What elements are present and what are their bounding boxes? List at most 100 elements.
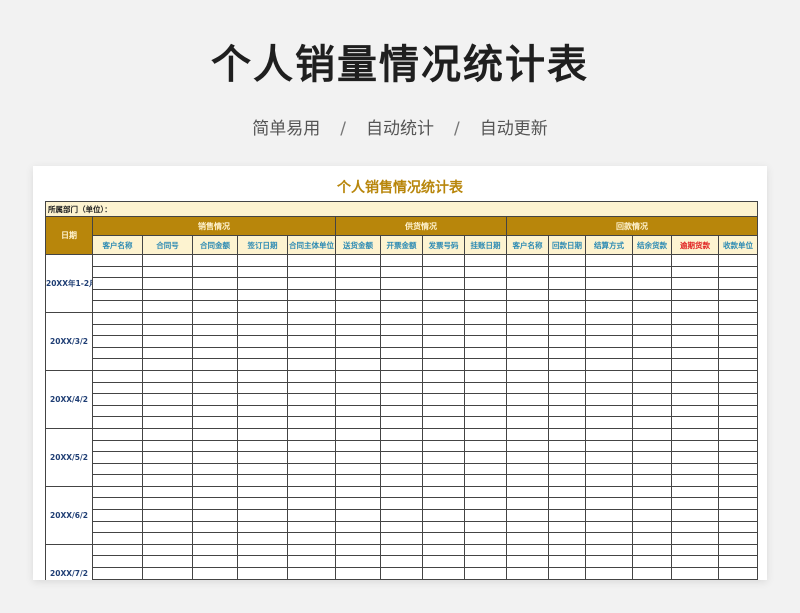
table-cell[interactable]	[506, 427, 549, 441]
table-cell[interactable]	[464, 474, 507, 487]
table-cell[interactable]	[548, 462, 586, 476]
table-cell[interactable]	[632, 497, 672, 511]
table-cell[interactable]	[380, 381, 423, 395]
table-cell[interactable]	[718, 416, 758, 429]
table-cell[interactable]	[585, 451, 633, 464]
table-cell[interactable]	[548, 381, 586, 395]
table-cell[interactable]	[380, 288, 423, 302]
table-cell[interactable]	[632, 254, 672, 267]
table-cell[interactable]	[335, 323, 381, 337]
table-cell[interactable]	[548, 520, 586, 534]
table-cell[interactable]	[287, 311, 336, 325]
table-cell[interactable]	[464, 497, 507, 511]
table-cell[interactable]	[192, 346, 238, 360]
table-cell[interactable]	[718, 578, 758, 580]
table-cell[interactable]	[548, 288, 586, 302]
table-cell[interactable]	[632, 485, 672, 499]
table-cell[interactable]	[718, 358, 758, 371]
table-cell[interactable]	[464, 381, 507, 395]
table-cell[interactable]	[548, 567, 586, 580]
table-cell[interactable]	[464, 485, 507, 499]
table-cell[interactable]	[287, 543, 336, 557]
table-cell[interactable]	[671, 509, 719, 522]
table-cell[interactable]	[585, 300, 633, 313]
table-cell[interactable]	[548, 404, 586, 418]
table-cell[interactable]	[142, 462, 193, 476]
table-cell[interactable]	[92, 254, 143, 267]
table-cell[interactable]	[585, 578, 633, 580]
table-cell[interactable]	[506, 485, 549, 499]
table-cell[interactable]	[92, 346, 143, 360]
table-cell[interactable]	[671, 555, 719, 569]
period-cell[interactable]: 20XX/7/2	[45, 543, 93, 580]
table-cell[interactable]	[380, 509, 423, 522]
table-cell[interactable]	[585, 439, 633, 453]
table-cell[interactable]	[237, 532, 288, 545]
table-cell[interactable]	[718, 393, 758, 406]
table-cell[interactable]	[380, 254, 423, 267]
table-cell[interactable]	[718, 427, 758, 441]
table-cell[interactable]	[585, 509, 633, 522]
table-cell[interactable]	[192, 404, 238, 418]
table-cell[interactable]	[192, 509, 238, 522]
table-cell[interactable]	[335, 288, 381, 302]
table-cell[interactable]	[237, 358, 288, 371]
table-cell[interactable]	[422, 427, 465, 441]
table-cell[interactable]	[237, 381, 288, 395]
table-cell[interactable]	[237, 300, 288, 313]
table-cell[interactable]	[632, 381, 672, 395]
table-cell[interactable]	[192, 567, 238, 580]
table-cell[interactable]	[287, 369, 336, 383]
table-cell[interactable]	[585, 532, 633, 545]
table-cell[interactable]	[671, 277, 719, 290]
table-cell[interactable]	[464, 451, 507, 464]
table-cell[interactable]	[287, 578, 336, 580]
table-cell[interactable]	[506, 451, 549, 464]
table-cell[interactable]	[92, 439, 143, 453]
table-cell[interactable]	[237, 520, 288, 534]
table-cell[interactable]	[632, 277, 672, 290]
table-cell[interactable]	[632, 578, 672, 580]
table-cell[interactable]	[192, 265, 238, 279]
table-cell[interactable]	[671, 427, 719, 441]
table-cell[interactable]	[422, 543, 465, 557]
table-cell[interactable]	[237, 578, 288, 580]
table-cell[interactable]	[671, 520, 719, 534]
table-cell[interactable]	[142, 567, 193, 580]
table-cell[interactable]	[632, 404, 672, 418]
table-cell[interactable]	[335, 532, 381, 545]
table-cell[interactable]	[422, 578, 465, 580]
table-cell[interactable]	[548, 509, 586, 522]
table-cell[interactable]	[464, 311, 507, 325]
table-cell[interactable]	[335, 346, 381, 360]
table-cell[interactable]	[671, 358, 719, 371]
table-cell[interactable]	[192, 439, 238, 453]
table-cell[interactable]	[548, 311, 586, 325]
table-cell[interactable]	[287, 451, 336, 464]
table-cell[interactable]	[506, 369, 549, 383]
table-cell[interactable]	[506, 543, 549, 557]
table-cell[interactable]	[632, 369, 672, 383]
table-cell[interactable]	[237, 567, 288, 580]
table-cell[interactable]	[380, 369, 423, 383]
table-cell[interactable]	[422, 265, 465, 279]
table-cell[interactable]	[464, 462, 507, 476]
table-cell[interactable]	[380, 451, 423, 464]
table-cell[interactable]	[464, 346, 507, 360]
table-cell[interactable]	[506, 404, 549, 418]
table-cell[interactable]	[237, 497, 288, 511]
table-cell[interactable]	[718, 497, 758, 511]
period-cell[interactable]: 20XX/6/2	[45, 485, 93, 545]
table-cell[interactable]	[92, 485, 143, 499]
table-cell[interactable]	[718, 520, 758, 534]
table-cell[interactable]	[192, 254, 238, 267]
table-cell[interactable]	[718, 311, 758, 325]
table-cell[interactable]	[92, 265, 143, 279]
table-cell[interactable]	[422, 497, 465, 511]
table-cell[interactable]	[142, 323, 193, 337]
table-cell[interactable]	[585, 346, 633, 360]
table-cell[interactable]	[335, 509, 381, 522]
table-cell[interactable]	[142, 451, 193, 464]
table-cell[interactable]	[142, 497, 193, 511]
table-cell[interactable]	[335, 335, 381, 348]
